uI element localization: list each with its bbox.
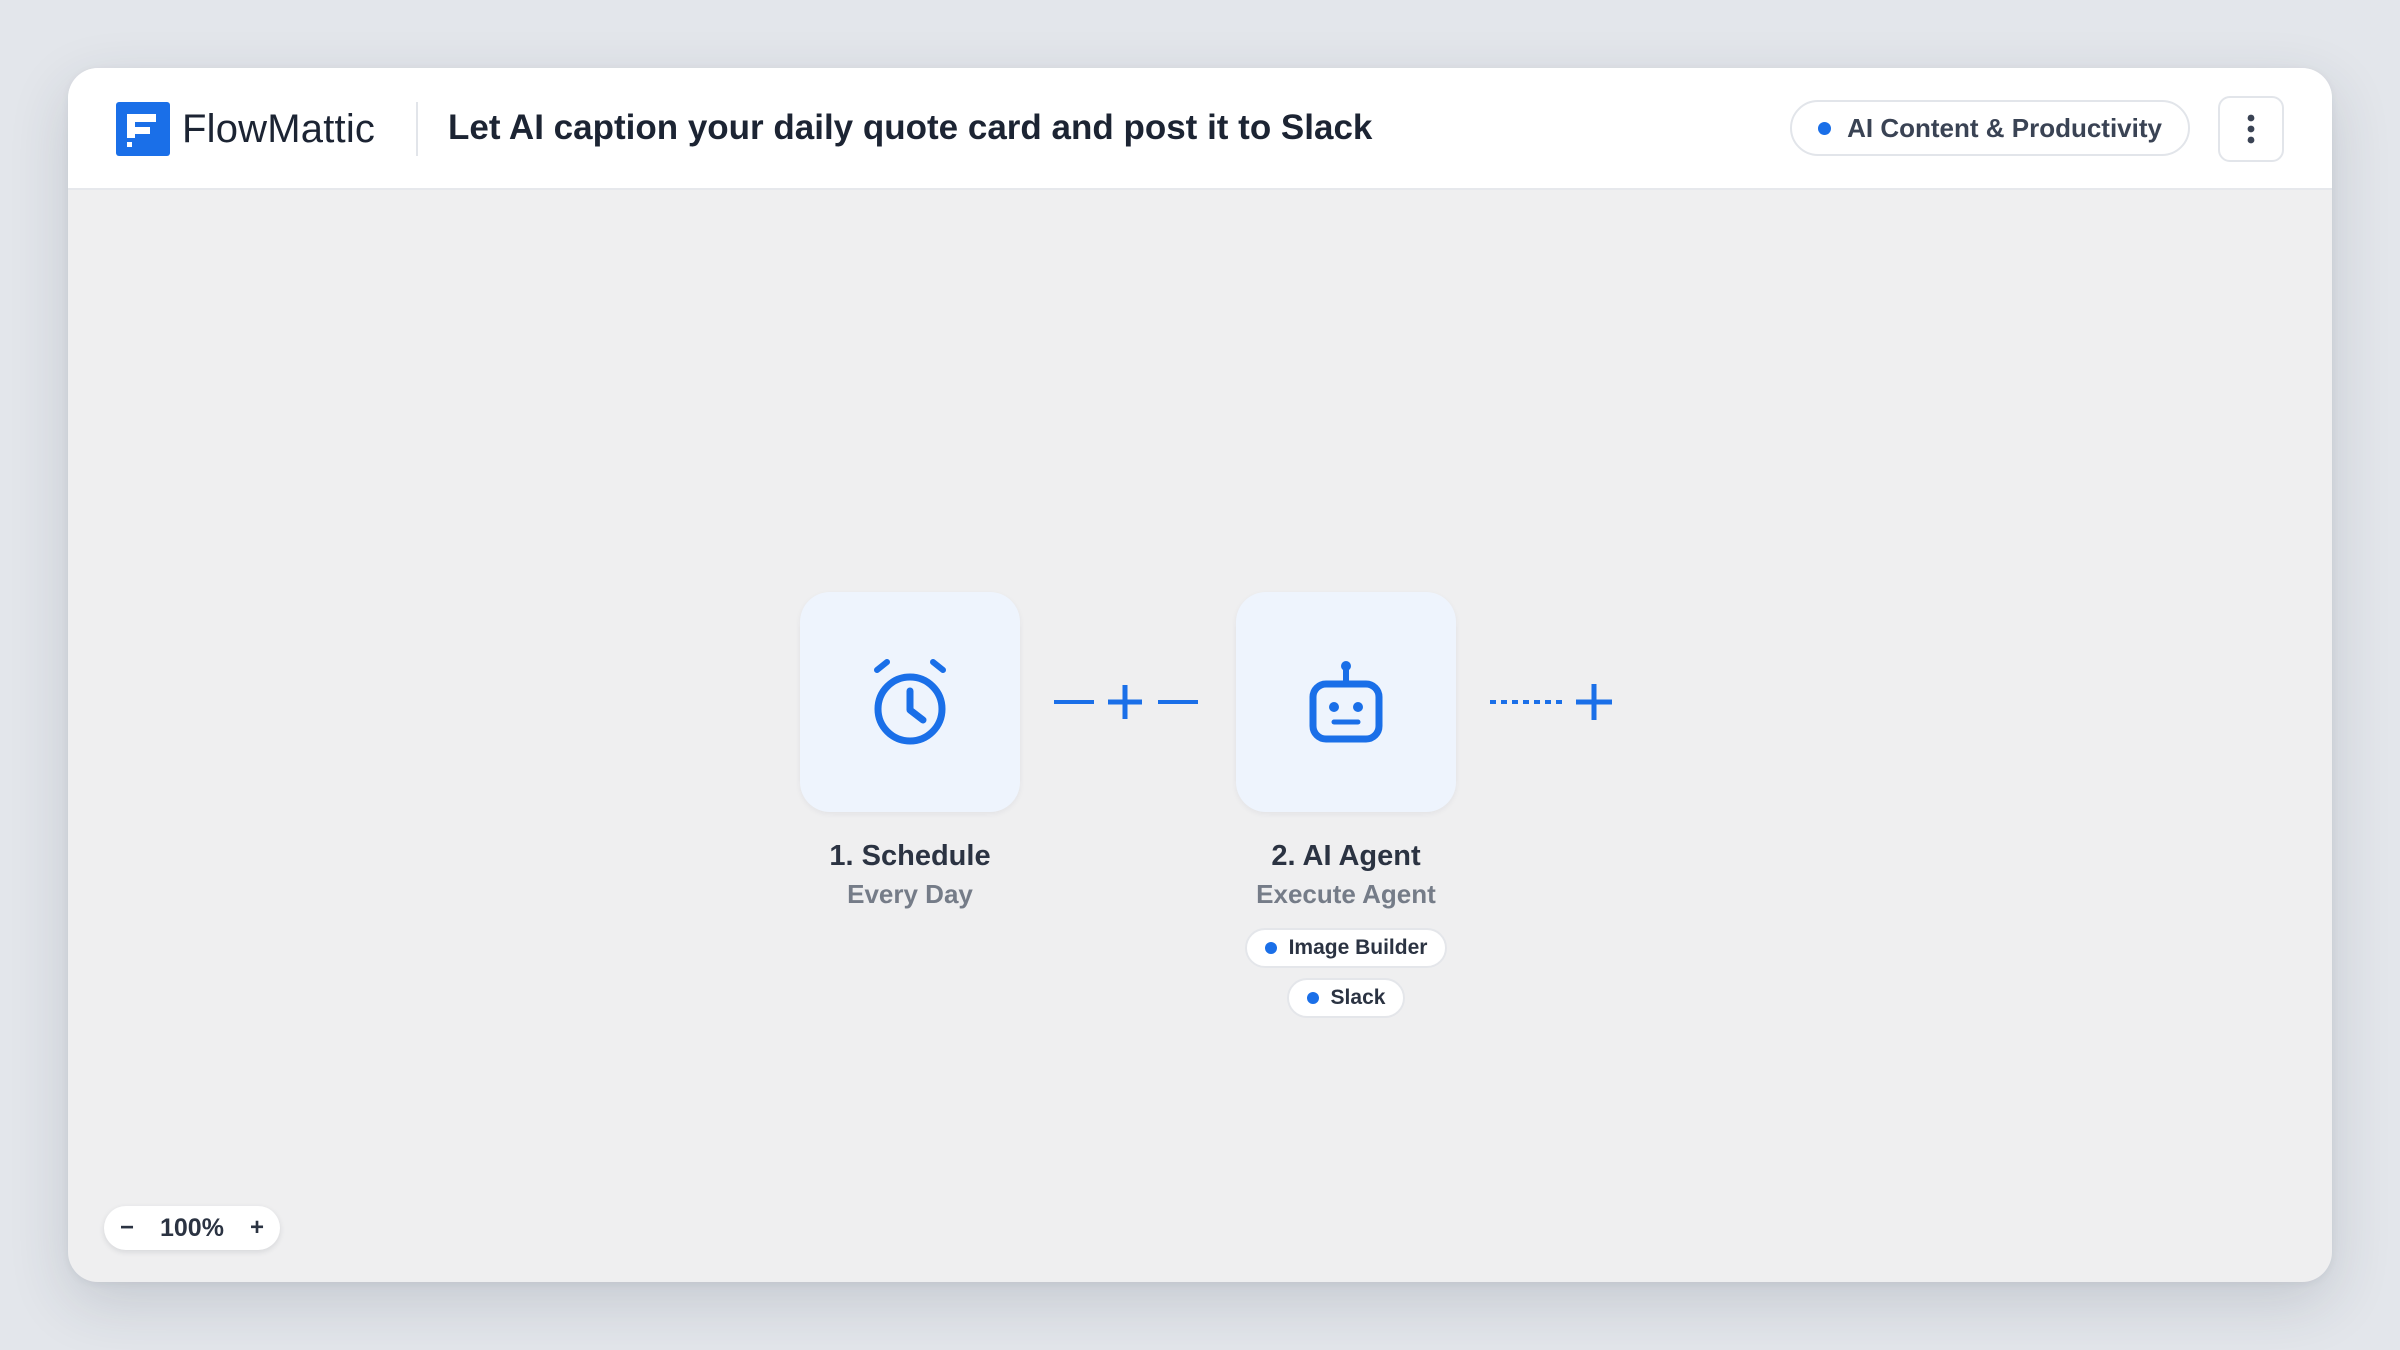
step-tile[interactable] <box>800 592 1020 812</box>
category-dot-icon <box>1818 121 1832 135</box>
header-bar: FlowMattic Let AI caption your daily quo… <box>68 68 2332 190</box>
app-name: FlowMattic <box>182 106 376 151</box>
robot-icon <box>1309 661 1383 743</box>
category-badge[interactable]: AI Content & Productivity <box>1790 100 2190 156</box>
chip-label: Slack <box>1330 986 1386 1009</box>
header-divider <box>416 102 418 156</box>
flowmattic-logo-icon <box>116 102 170 156</box>
alarm-clock-icon <box>874 659 946 745</box>
zoom-in-button[interactable]: + <box>242 1213 272 1243</box>
add-next-step-button[interactable] <box>1488 680 1618 724</box>
step-tile[interactable] <box>1236 592 1456 812</box>
step-title: 2. AI Agent <box>1271 840 1421 872</box>
workflow-step-schedule[interactable]: 1. Schedule Every Day <box>800 592 1020 910</box>
logo[interactable]: FlowMattic <box>116 102 375 156</box>
chip-dot-icon <box>1306 992 1319 1004</box>
category-label: AI Content & Productivity <box>1847 112 2162 143</box>
step-subtitle: Execute Agent <box>1256 879 1436 909</box>
app-window: FlowMattic Let AI caption your daily quo… <box>68 68 2332 1282</box>
page-title: Let AI caption your daily quote card and… <box>448 108 1373 147</box>
zoom-out-button[interactable]: − <box>112 1213 142 1243</box>
zoom-level: 100% <box>160 1213 224 1242</box>
step-subtitle: Every Day <box>847 879 973 909</box>
workflow-step-ai-agent[interactable]: 2. AI Agent Execute Agent Image Builder … <box>1236 592 1456 1018</box>
step-title: 1. Schedule <box>829 840 991 872</box>
zoom-control: − 100% + <box>104 1206 280 1250</box>
chip-label: Image Builder <box>1288 936 1428 959</box>
more-options-button[interactable] <box>2218 96 2284 162</box>
tool-chip-image-builder[interactable]: Image Builder <box>1244 928 1448 968</box>
tool-chip-slack[interactable]: Slack <box>1286 978 1406 1018</box>
vertical-ellipsis-icon <box>2247 114 2255 144</box>
workflow-canvas[interactable]: 1. Schedule Every Day 2. AI Agent Execut… <box>68 190 2332 1282</box>
chip-dot-icon <box>1264 942 1277 954</box>
add-step-between-connector[interactable] <box>1052 680 1202 724</box>
